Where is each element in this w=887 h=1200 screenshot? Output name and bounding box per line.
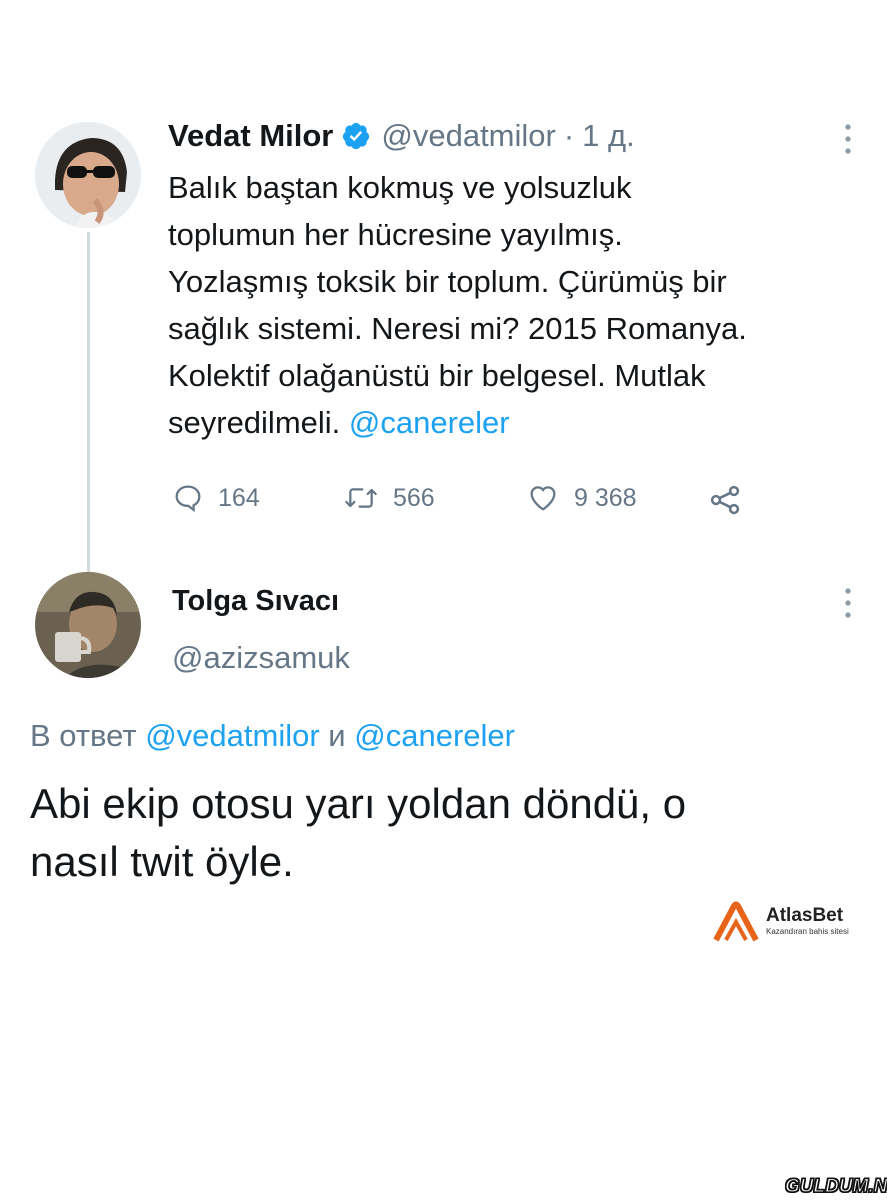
reply-text-line: nasıl twit öyle.: [30, 838, 294, 885]
retweet-button[interactable]: 566: [343, 482, 435, 514]
verified-badge-icon: [341, 121, 371, 151]
reply-to-user-link[interactable]: @canereler: [354, 718, 515, 753]
atlasbet-watermark: AtlasBet Kazandıran bahis sitesi: [712, 900, 849, 942]
atlasbet-brand: AtlasBet: [766, 904, 844, 926]
reply-icon: [175, 485, 201, 513]
tweet-text-fragment: seyredilmeli.: [168, 405, 349, 440]
reply-to-line: В ответ @vedatmilor и @canereler: [30, 718, 515, 754]
avatar[interactable]: [35, 122, 141, 228]
reply-to-prefix: В ответ: [30, 718, 137, 753]
tweet-text-line: Balık baştan kokmuş ve yolsuzluk: [168, 170, 632, 205]
reply-author-handle[interactable]: @azizsamuk: [172, 640, 350, 676]
reply-to-conjunction: и: [328, 718, 346, 753]
like-count: 9 368: [574, 483, 637, 512]
share-icon: [710, 485, 740, 515]
tweet-text-line: sağlık sistemi. Neresi mi? 2015 Romanya.: [168, 311, 747, 346]
reply-text-line: Abi ekip otosu yarı yoldan döndü, o: [30, 780, 687, 827]
separator-dot: ·: [563, 118, 575, 153]
tweet-header: Vedat Milor @vedatmilor · 1 д.: [168, 118, 635, 154]
share-button[interactable]: [707, 482, 757, 518]
author-handle[interactable]: @vedatmilor: [381, 118, 555, 154]
reply-button[interactable]: 164: [172, 482, 260, 514]
atlasbet-logo-icon: [713, 901, 759, 942]
more-options-icon[interactable]: [838, 122, 858, 156]
mention-link[interactable]: @canereler: [349, 405, 510, 440]
tweet-body: Balık baştan kokmuş ve yolsuzluk toplumu…: [168, 164, 868, 446]
more-options-icon[interactable]: [838, 586, 858, 620]
reply-count: 164: [218, 483, 260, 512]
heart-icon: [530, 486, 556, 511]
avatar-tolga-image: [35, 572, 141, 678]
retweet-count: 566: [393, 483, 435, 512]
like-button[interactable]: 9 368: [526, 482, 637, 514]
thread-connector-line: [87, 232, 90, 572]
avatar[interactable]: [35, 572, 141, 678]
reply-body: Abi ekip otosu yarı yoldan döndü, o nası…: [30, 775, 870, 891]
reply-author-name[interactable]: Tolga Sıvacı: [172, 585, 339, 618]
tweet-text-line: toplumun her hücresine yayılmış.: [168, 217, 623, 252]
reply-to-user-link[interactable]: @vedatmilor: [145, 718, 319, 753]
author-name[interactable]: Vedat Milor: [168, 118, 333, 154]
avatar-vedat-image: [35, 122, 141, 228]
retweet-icon: [345, 488, 377, 508]
tweet-time[interactable]: 1 д.: [582, 118, 635, 154]
site-watermark: GULDUM.NET: [784, 1175, 887, 1197]
tweet-text-line: Kolektif olağanüstü bir belgesel. Mutlak: [168, 358, 706, 393]
tweet-text-line: Yozlaşmış toksik bir toplum. Çürümüş bir: [168, 264, 727, 299]
tweet-text-line: seyredilmeli. @canereler: [168, 399, 868, 446]
atlasbet-tagline: Kazandıran bahis sitesi: [766, 926, 849, 936]
